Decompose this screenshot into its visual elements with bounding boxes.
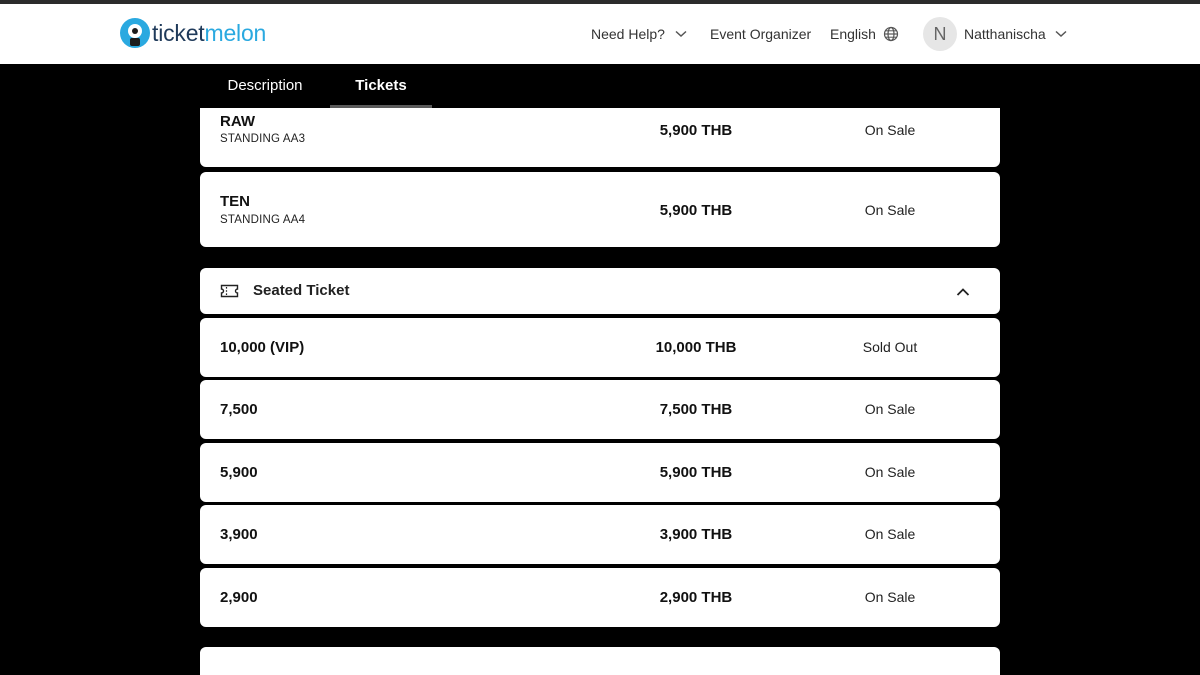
ticket-status: On Sale <box>864 122 916 138</box>
ticket-row[interactable]: 2,900 2,900 THB On Sale <box>200 568 1000 627</box>
chevron-down-icon <box>675 30 687 38</box>
tab-description[interactable]: Description <box>200 64 330 108</box>
ticket-name: 2,900 <box>220 589 258 606</box>
ticket-icon <box>220 283 239 304</box>
user-name: Natthanischa <box>964 26 1046 42</box>
need-help-menu[interactable]: Need Help? <box>591 4 687 64</box>
ticket-name: 7,500 <box>220 401 258 418</box>
globe-icon <box>883 26 899 42</box>
ticketmelon-logo[interactable]: ticketmelon <box>120 16 266 50</box>
ticket-name: 3,900 <box>220 526 258 543</box>
ticket-name: 10,000 (VIP) <box>220 339 305 356</box>
ticket-row[interactable]: TEN STANDING AA4 5,900 THB On Sale <box>200 172 1000 247</box>
ticket-zone: STANDING AA3 <box>220 133 306 145</box>
ticket-price: 2,900 THB <box>659 589 733 606</box>
ticket-price: 5,900 THB <box>659 122 733 139</box>
chevron-up-icon[interactable] <box>956 284 970 302</box>
ticket-status: On Sale <box>864 401 916 417</box>
ticket-row[interactable]: 5,900 5,900 THB On Sale <box>200 443 1000 502</box>
tab-tickets[interactable]: Tickets <box>330 64 432 108</box>
ticket-zone: STANDING AA4 <box>220 214 306 226</box>
ticket-row[interactable]: 7,500 7,500 THB On Sale <box>200 380 1000 439</box>
ticket-list: RAW STANDING AA3 5,900 THB On Sale TEN S… <box>200 108 1000 675</box>
ticket-price: 10,000 THB <box>655 339 737 356</box>
language-selector[interactable]: English <box>830 4 899 64</box>
chevron-down-icon <box>1055 30 1067 38</box>
logo-wordmark: ticketmelon <box>152 20 267 46</box>
ticket-status: On Sale <box>864 464 916 480</box>
ticket-status: On Sale <box>864 526 916 542</box>
ticket-name: 5,900 <box>220 464 258 481</box>
section-title: Seated Ticket <box>253 282 350 299</box>
ticket-status: On Sale <box>864 589 916 605</box>
user-menu[interactable]: N Natthanischa <box>923 4 1067 64</box>
ticket-row[interactable]: RAW STANDING AA3 5,900 THB On Sale <box>200 108 1000 167</box>
event-organizer-label: Event Organizer <box>710 26 812 42</box>
mascot-icon <box>120 18 150 48</box>
ticket-price: 5,900 THB <box>659 202 733 219</box>
ticket-status: Sold Out <box>862 339 918 355</box>
ticket-price: 3,900 THB <box>659 526 733 543</box>
ticket-row[interactable]: 10,000 (VIP) 10,000 THB Sold Out <box>200 318 1000 377</box>
ticket-price: 5,900 THB <box>659 464 733 481</box>
ticket-name: TEN <box>220 193 250 210</box>
ticket-row[interactable]: 3,900 3,900 THB On Sale <box>200 505 1000 564</box>
language-label: English <box>830 26 876 42</box>
seated-ticket-section-header[interactable]: Seated Ticket <box>200 268 1000 314</box>
need-help-label: Need Help? <box>591 26 665 42</box>
next-section-card[interactable] <box>200 647 1000 675</box>
avatar: N <box>923 17 957 51</box>
event-organizer-link[interactable]: Event Organizer <box>710 4 811 64</box>
site-header: ticketmelon Need Help? Event Organizer E… <box>0 4 1200 64</box>
ticket-name: RAW <box>220 113 255 130</box>
ticket-status: On Sale <box>864 202 916 218</box>
event-tabs: Description Tickets <box>200 64 1000 108</box>
ticket-price: 7,500 THB <box>659 401 733 418</box>
